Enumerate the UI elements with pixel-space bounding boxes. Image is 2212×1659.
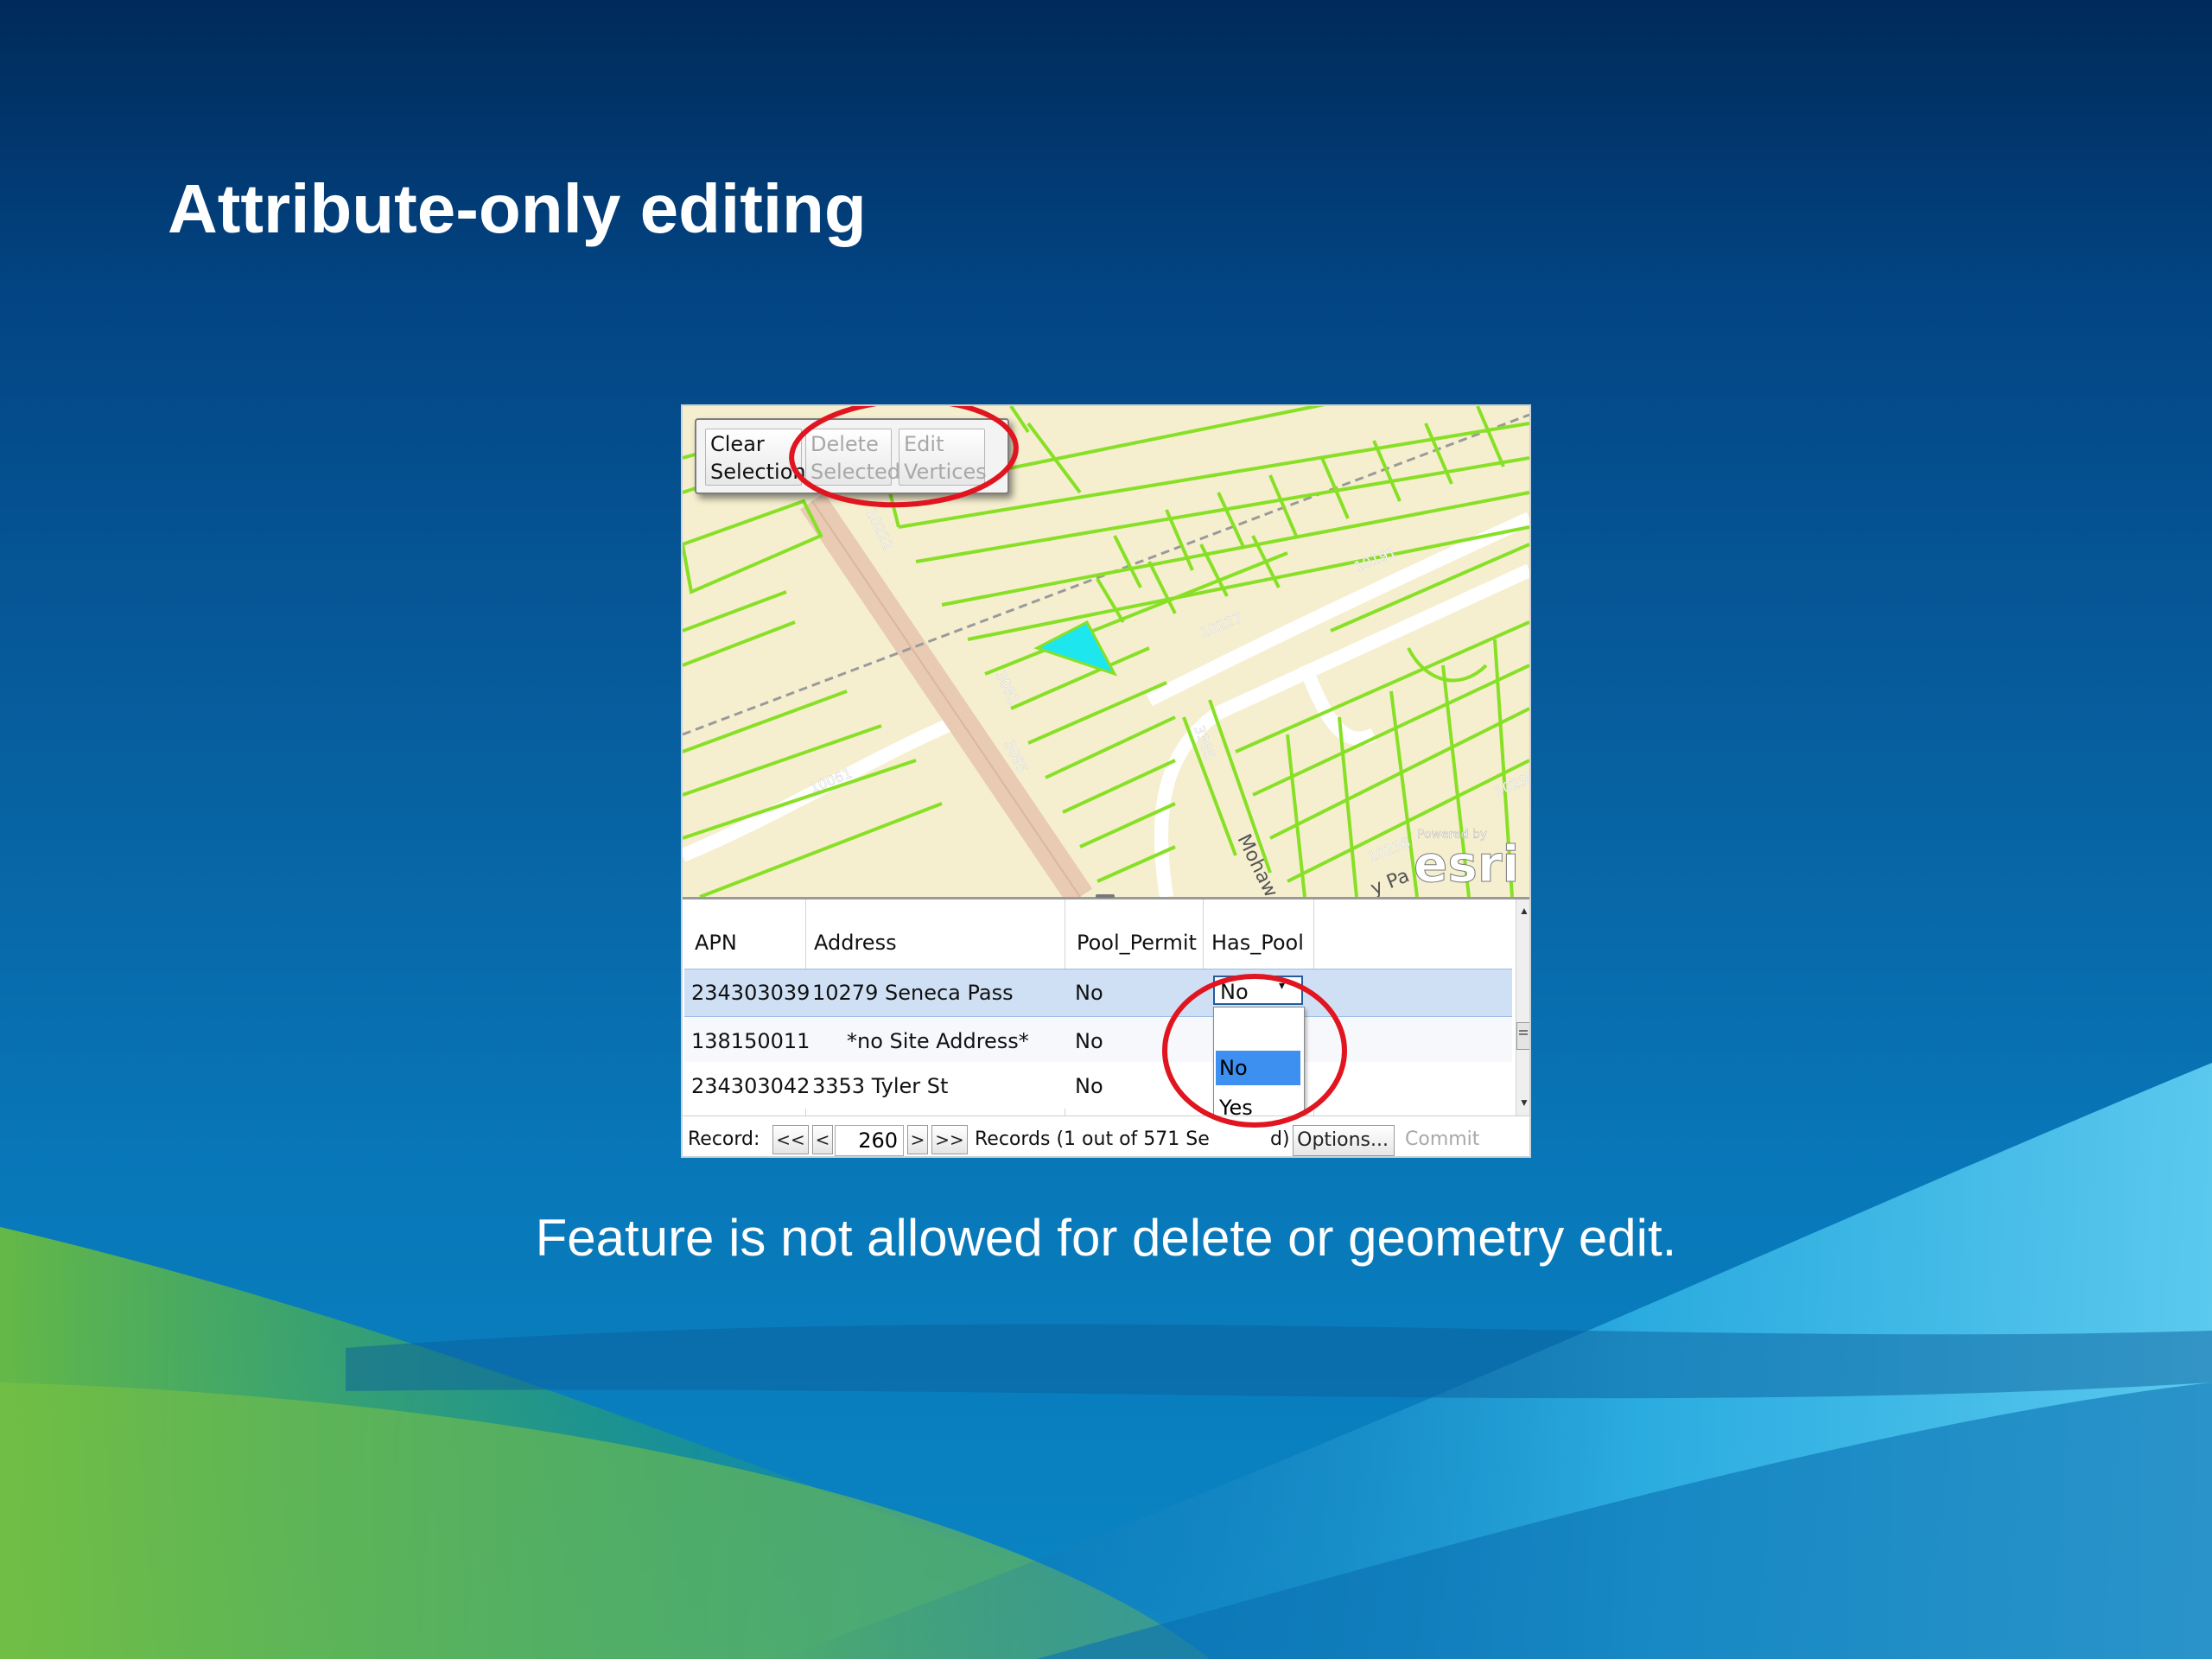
options-button[interactable]: Options...	[1293, 1125, 1395, 1156]
app-screenshot: 10222 10191 10227 10061 3095 3081 3385 1…	[683, 406, 1529, 1156]
previous-record-button[interactable]: <	[812, 1125, 833, 1154]
record-navigation-bar: Record: << < 260 > >> Records (1 out of …	[683, 1116, 1529, 1156]
splitter-grip[interactable]	[1096, 894, 1115, 898]
delete-selected-button[interactable]: Delete Selected	[805, 429, 901, 486]
cell-address: 3353 Tyler St	[812, 1074, 949, 1098]
next-record-button[interactable]: >	[907, 1125, 928, 1154]
cell-apn: 234303042	[691, 1074, 810, 1098]
has-pool-dropdown[interactable]: No ▾	[1213, 976, 1303, 1005]
cell-apn: 138150011	[691, 1029, 810, 1053]
dropdown-option-no[interactable]: No	[1216, 1051, 1300, 1085]
cell-address: *no Site Address*	[847, 1029, 1029, 1053]
cell-pool-permit: No	[1075, 1029, 1103, 1053]
column-header-apn[interactable]: APN	[695, 931, 737, 955]
dropdown-option-empty[interactable]	[1216, 1011, 1300, 1046]
esri-logo: esri	[1414, 835, 1519, 893]
editing-toolbar: Clear Selection Delete Selected Edit Ver…	[695, 418, 1009, 494]
delete-label-line1: Delete	[810, 432, 879, 456]
records-count-text: Records (1 out of 571 Se	[975, 1128, 1210, 1150]
edit-label-line1: Edit	[904, 432, 944, 456]
scroll-down-icon[interactable]: ▼	[1519, 1096, 1529, 1109]
last-record-button[interactable]: >>	[931, 1125, 968, 1154]
record-label: Record:	[688, 1128, 760, 1150]
delete-label-line2: Selected	[810, 460, 901, 484]
dropdown-options-list: No Yes	[1213, 1007, 1305, 1129]
clear-selection-button[interactable]: Clear Selection	[705, 429, 806, 486]
column-header-pool-permit[interactable]: Pool_Permit	[1077, 931, 1197, 955]
clear-label-line2: Selection	[710, 460, 806, 484]
column-header-has-pool[interactable]: Has_Pool	[1211, 931, 1304, 955]
column-header-address[interactable]: Address	[814, 931, 897, 955]
slide-caption: Feature is not allowed for delete or geo…	[535, 1209, 1677, 1267]
dropdown-selected-value: No	[1220, 980, 1249, 1004]
scroll-thumb[interactable]	[1516, 1022, 1529, 1050]
edit-vertices-button[interactable]: Edit Vertices	[899, 429, 987, 486]
table-scrollbar[interactable]: ▲ ▼	[1516, 899, 1529, 1116]
records-count-text-tail: d)	[1270, 1128, 1290, 1150]
chevron-down-icon[interactable]: ▾	[1279, 979, 1285, 993]
scroll-up-icon[interactable]: ▲	[1519, 905, 1529, 917]
record-number-input[interactable]: 260	[835, 1125, 904, 1156]
first-record-button[interactable]: <<	[772, 1125, 809, 1154]
attribute-table: APN Address Pool_Permit Has_Pool 2343030…	[683, 894, 1529, 1156]
cell-apn: 234303039	[691, 981, 810, 1005]
clear-label-line1: Clear	[710, 432, 765, 456]
cell-pool-permit: No	[1075, 981, 1103, 1005]
cell-address: 10279 Seneca Pass	[812, 981, 1014, 1005]
cell-pool-permit: No	[1075, 1074, 1103, 1098]
edit-label-line2: Vertices	[904, 460, 987, 484]
commit-button[interactable]: Commit	[1405, 1128, 1479, 1150]
slide-title: Attribute-only editing	[168, 170, 867, 247]
